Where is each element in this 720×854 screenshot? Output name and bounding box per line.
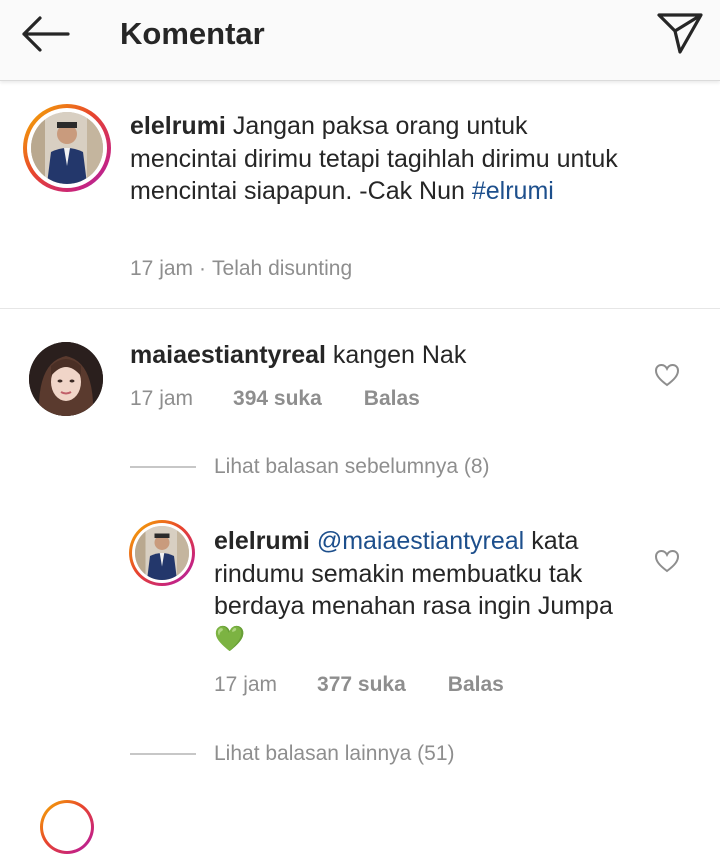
reply-time: 17 jam bbox=[214, 673, 278, 696]
divider bbox=[0, 308, 720, 309]
reply-meta: 17 jam 377 suka Balas bbox=[214, 673, 504, 697]
caption-text-block: elelrumi Jangan paksa orang untuk mencin… bbox=[130, 110, 640, 208]
heart-icon[interactable] bbox=[654, 362, 680, 388]
paper-plane-icon bbox=[657, 13, 703, 54]
comment-text-block: maiaestiantyreal kangen Nak bbox=[130, 339, 630, 372]
person-photo-icon bbox=[29, 342, 103, 416]
comment-time: 17 jam bbox=[130, 387, 194, 410]
caption-edited: Telah disunting bbox=[212, 257, 353, 280]
caption-username[interactable]: elelrumi bbox=[130, 112, 226, 140]
meta-separator: · bbox=[199, 257, 207, 280]
green-heart-emoji: 💚 bbox=[214, 624, 246, 653]
share-button[interactable] bbox=[654, 8, 706, 58]
thread-line bbox=[130, 753, 196, 755]
reply-mention[interactable]: @maiaestiantyreal bbox=[317, 527, 524, 555]
view-more-replies[interactable]: Lihat balasan lainnya (51) bbox=[130, 742, 455, 766]
caption-hashtag[interactable]: #elrumi bbox=[472, 177, 554, 205]
commenter-avatar[interactable] bbox=[29, 342, 103, 416]
arrow-left-icon bbox=[22, 16, 70, 52]
heart-icon[interactable] bbox=[654, 548, 680, 574]
reply-button[interactable]: Balas bbox=[364, 387, 420, 411]
caption-meta: 17 jam · Telah disunting bbox=[130, 257, 352, 281]
caption-time: 17 jam bbox=[130, 257, 194, 280]
comment-likes[interactable]: 394 suka bbox=[233, 387, 322, 411]
comment-username[interactable]: maiaestiantyreal bbox=[130, 341, 326, 369]
reply-text-block: elelrumi @maiaestiantyreal kata rindumu … bbox=[214, 525, 624, 655]
view-previous-replies[interactable]: Lihat balasan sebelumnya (8) bbox=[130, 455, 490, 479]
reply-username[interactable]: elelrumi bbox=[214, 527, 310, 555]
person-photo-icon bbox=[135, 526, 189, 580]
page-title: Komentar bbox=[120, 16, 265, 51]
thread-line bbox=[130, 466, 196, 468]
reply-reply-button[interactable]: Balas bbox=[448, 673, 504, 697]
view-previous-replies-label: Lihat balasan sebelumnya (8) bbox=[214, 455, 490, 478]
back-button[interactable] bbox=[14, 10, 74, 58]
reply-avatar[interactable] bbox=[129, 520, 195, 586]
view-more-replies-label: Lihat balasan lainnya (51) bbox=[214, 742, 455, 765]
reply-likes[interactable]: 377 suka bbox=[317, 673, 406, 697]
comment-meta: 17 jam 394 suka Balas bbox=[130, 387, 420, 411]
person-photo-icon bbox=[31, 112, 103, 184]
comment-text: kangen Nak bbox=[332, 341, 467, 369]
caption-avatar[interactable] bbox=[23, 104, 111, 192]
next-comment-avatar[interactable] bbox=[40, 800, 94, 854]
top-bar: Komentar bbox=[0, 0, 720, 81]
